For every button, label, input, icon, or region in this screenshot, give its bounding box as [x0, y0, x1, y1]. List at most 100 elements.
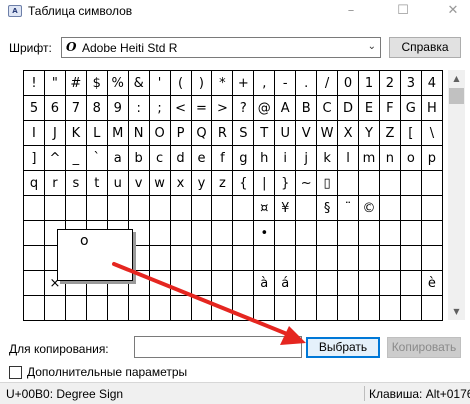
- character-cell[interactable]: ▯: [316, 170, 339, 196]
- character-cell[interactable]: o: [399, 145, 422, 171]
- scroll-up-arrow-icon[interactable]: ▲: [448, 70, 465, 87]
- character-cell[interactable]: [211, 295, 234, 321]
- character-cell[interactable]: +: [232, 70, 255, 96]
- character-cell[interactable]: [295, 245, 318, 271]
- character-cell[interactable]: B: [295, 95, 318, 121]
- character-cell[interactable]: 6: [43, 95, 66, 121]
- character-cell[interactable]: [274, 295, 297, 321]
- character-cell[interactable]: /: [316, 70, 339, 96]
- character-cell[interactable]: [316, 295, 339, 321]
- character-cell[interactable]: [378, 220, 401, 246]
- character-cell[interactable]: ¥: [274, 195, 297, 221]
- character-cell[interactable]: [211, 270, 234, 296]
- character-cell[interactable]: *: [211, 70, 234, 96]
- character-cell[interactable]: [399, 295, 422, 321]
- character-cell[interactable]: [148, 220, 171, 246]
- character-cell[interactable]: 5: [23, 95, 45, 121]
- character-cell[interactable]: [232, 270, 255, 296]
- character-cell[interactable]: ]: [23, 145, 45, 171]
- character-cell[interactable]: [358, 170, 380, 196]
- character-cell[interactable]: >: [211, 95, 234, 121]
- character-cell[interactable]: K: [64, 120, 87, 146]
- character-cell[interactable]: ¤: [253, 195, 276, 221]
- help-button[interactable]: Справка: [389, 37, 461, 58]
- character-cell[interactable]: [378, 295, 401, 321]
- character-cell[interactable]: §: [316, 195, 339, 221]
- advanced-view-checkbox[interactable]: [9, 366, 22, 379]
- select-button[interactable]: Выбрать: [306, 337, 380, 358]
- character-cell[interactable]: [169, 270, 192, 296]
- character-cell[interactable]: ": [43, 70, 66, 96]
- character-cell[interactable]: p: [420, 145, 444, 171]
- character-cell[interactable]: [106, 195, 129, 221]
- character-cell[interactable]: ): [190, 70, 213, 96]
- character-cell[interactable]: q: [23, 170, 45, 196]
- character-cell[interactable]: I: [23, 120, 45, 146]
- character-cell[interactable]: [148, 295, 171, 321]
- character-cell[interactable]: t: [85, 170, 108, 196]
- character-cell[interactable]: à: [253, 270, 276, 296]
- character-cell[interactable]: [337, 270, 359, 296]
- character-cell[interactable]: :: [127, 95, 150, 121]
- character-cell[interactable]: 0: [337, 70, 359, 96]
- character-cell[interactable]: á: [274, 270, 297, 296]
- character-cell[interactable]: d: [169, 145, 192, 171]
- character-cell[interactable]: Q: [190, 120, 213, 146]
- character-cell[interactable]: [43, 295, 66, 321]
- character-cell[interactable]: _: [64, 145, 87, 171]
- character-cell[interactable]: [399, 170, 422, 196]
- character-cell[interactable]: [358, 245, 380, 271]
- character-cell[interactable]: [23, 195, 45, 221]
- character-cell[interactable]: 4: [420, 70, 444, 96]
- character-cell[interactable]: y: [190, 170, 213, 196]
- character-cell[interactable]: 2: [378, 70, 401, 96]
- character-cell[interactable]: @: [253, 95, 276, 121]
- character-cell[interactable]: [23, 270, 45, 296]
- character-cell[interactable]: •: [253, 220, 276, 246]
- character-cell[interactable]: [358, 220, 380, 246]
- character-cell[interactable]: ,: [253, 70, 276, 96]
- character-cell[interactable]: [420, 295, 444, 321]
- character-cell[interactable]: ¨: [337, 195, 359, 221]
- character-cell[interactable]: A: [274, 95, 297, 121]
- character-cell[interactable]: [211, 245, 234, 271]
- character-cell[interactable]: 1: [358, 70, 380, 96]
- character-cell[interactable]: N: [127, 120, 150, 146]
- grid-scrollbar[interactable]: ▲ ▼: [448, 70, 465, 320]
- character-cell[interactable]: [127, 195, 150, 221]
- character-cell[interactable]: [148, 245, 171, 271]
- character-cell[interactable]: [232, 195, 255, 221]
- character-cell[interactable]: T: [253, 120, 276, 146]
- character-cell[interactable]: r: [43, 170, 66, 196]
- character-cell[interactable]: [316, 245, 339, 271]
- character-cell[interactable]: [43, 195, 66, 221]
- character-cell[interactable]: [399, 245, 422, 271]
- character-cell[interactable]: [420, 220, 444, 246]
- character-cell[interactable]: [85, 195, 108, 221]
- character-cell[interactable]: n: [378, 145, 401, 171]
- character-cell[interactable]: &: [127, 70, 150, 96]
- character-cell[interactable]: x: [169, 170, 192, 196]
- character-cell[interactable]: w: [148, 170, 171, 196]
- character-cell[interactable]: [190, 270, 213, 296]
- character-cell[interactable]: S: [232, 120, 255, 146]
- character-cell[interactable]: |: [253, 170, 276, 196]
- character-cell[interactable]: [190, 195, 213, 221]
- character-cell[interactable]: \: [420, 120, 444, 146]
- character-cell[interactable]: [420, 195, 444, 221]
- character-cell[interactable]: [127, 295, 150, 321]
- character-cell[interactable]: G: [399, 95, 422, 121]
- character-cell[interactable]: <: [169, 95, 192, 121]
- character-cell[interactable]: ^: [43, 145, 66, 171]
- character-cell[interactable]: [64, 295, 87, 321]
- character-cell[interactable]: [399, 270, 422, 296]
- character-cell[interactable]: [420, 170, 444, 196]
- chevron-down-icon[interactable]: ⌄: [368, 41, 376, 52]
- font-dropdown[interactable]: O Adobe Heiti Std R ⌄: [61, 37, 381, 58]
- character-cell[interactable]: 7: [64, 95, 87, 121]
- character-cell[interactable]: i: [274, 145, 297, 171]
- character-cell[interactable]: [23, 295, 45, 321]
- character-cell[interactable]: X: [337, 120, 359, 146]
- character-cell[interactable]: [316, 270, 339, 296]
- character-cell[interactable]: f: [211, 145, 234, 171]
